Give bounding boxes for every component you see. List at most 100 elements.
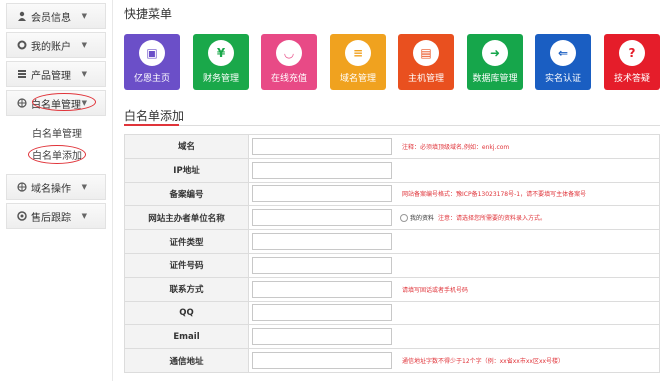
sidebar-item-label: 域名操作 xyxy=(31,183,71,195)
sidebar: 会员信息 ▼ 我的账户 ▼ 产品管理 ▼ 白名单管理 ▼ 白名单管理 白名单添加… xyxy=(0,0,112,232)
domain-icon: ≡ xyxy=(345,40,371,66)
form-label: IP地址 xyxy=(124,157,249,183)
sidebar-item-after-sales[interactable]: 售后跟踪 ▼ xyxy=(6,203,106,229)
highlight-circle-whitelist-add xyxy=(28,145,86,164)
form-value-cell: 注释：必须填顶级域名,例如：enkj.com xyxy=(248,134,660,159)
form-hint: 注意：请选择您所需要的资料录入方式。 xyxy=(438,215,547,223)
quick-tile-label: 财务管理 xyxy=(202,74,239,84)
support-icon: ? xyxy=(619,40,645,66)
form-row: 域名 注释：必须填顶级域名,例如：enkj.com xyxy=(124,134,660,159)
chevron-down-icon: ▼ xyxy=(81,41,87,49)
whitelist-form: 域名 注释：必须填顶级域名,例如：enkj.com IP地址 备案编号 网站备案编号格式… xyxy=(124,134,660,373)
form-row: Email xyxy=(124,324,660,350)
form-label: 证件号码 xyxy=(124,252,249,278)
chevron-down-icon: ▼ xyxy=(81,183,87,191)
sidebar-divider xyxy=(112,0,113,381)
form-input[interactable] xyxy=(252,352,392,370)
database-icon: ➜ xyxy=(482,40,508,66)
form-row: 网站主办者单位名称 我的资料 注意：请选择您所需要的资料录入方式。 xyxy=(124,205,660,231)
home-icon: ▣ xyxy=(139,40,165,66)
form-value-cell xyxy=(248,324,660,350)
form-value-cell: 我的资料 注意：请选择您所需要的资料录入方式。 xyxy=(248,205,660,231)
sidebar-item-label: 我的账户 xyxy=(31,41,71,53)
my-info-radio[interactable] xyxy=(400,213,408,222)
sidebar-item-member-info[interactable]: 会员信息 ▼ xyxy=(6,3,106,29)
form-value-cell: 通信地址字数不得少于12个字（例：xx省xx市xx区xx号楼） xyxy=(248,348,660,373)
globe-icon xyxy=(17,98,27,108)
host-icon: ▤ xyxy=(413,40,439,66)
form-input[interactable] xyxy=(252,280,392,298)
form-input[interactable] xyxy=(252,233,392,251)
form-input[interactable] xyxy=(252,209,392,227)
form-value-cell: 请填写固话或者手机号码 xyxy=(248,276,660,302)
form-label: QQ xyxy=(124,300,249,326)
support-icon xyxy=(17,211,27,221)
my-info-radio-label: 我的资料 xyxy=(410,215,435,223)
form-input[interactable] xyxy=(252,161,392,179)
sidebar-item-my-account[interactable]: 我的账户 ▼ xyxy=(6,32,106,58)
realname-icon: ⇐ xyxy=(550,40,576,66)
sidebar-item-domain-ops[interactable]: 域名操作 ▼ xyxy=(6,174,106,200)
form-label: Email xyxy=(124,324,249,350)
form-value-cell: 网站备案编号格式：豫ICP备13023178号-1，请不要填写主体备案号 xyxy=(248,181,660,207)
form-row: QQ xyxy=(124,300,660,326)
form-input[interactable] xyxy=(252,137,392,155)
submenu-item-whitelist-mgmt[interactable]: 白名单管理 xyxy=(32,124,106,146)
form-label: 域名 xyxy=(124,134,249,159)
list-icon xyxy=(17,69,27,79)
section-divider xyxy=(124,125,660,126)
quick-tile-label: 主机管理 xyxy=(407,74,444,84)
highlight-circle-whitelist-mgmt xyxy=(32,93,96,111)
quick-tile-label: 实名认证 xyxy=(544,74,581,84)
form-label: 联系方式 xyxy=(124,276,249,302)
quick-tile-label: 数据库管理 xyxy=(472,74,518,84)
form-row: 备案编号 网站备案编号格式：豫ICP备13023178号-1，请不要填写主体备案号 xyxy=(124,181,660,207)
quick-tile-domain[interactable]: ≡ 域名管理 xyxy=(330,34,386,90)
section-title: 白名单添加 xyxy=(124,109,185,123)
form-label: 证件类型 xyxy=(124,229,249,254)
sidebar-item-label: 产品管理 xyxy=(31,70,71,82)
quick-tile-support[interactable]: ? 技术答疑 xyxy=(604,34,660,90)
form-row: 通信地址 通信地址字数不得少于12个字（例：xx省xx市xx区xx号楼） xyxy=(124,348,660,373)
sidebar-item-label: 会员信息 xyxy=(31,12,71,24)
form-input[interactable] xyxy=(252,185,392,203)
quick-tile-database[interactable]: ➜ 数据库管理 xyxy=(467,34,523,90)
form-value-cell xyxy=(248,157,660,183)
form-input[interactable] xyxy=(252,304,392,322)
section-title-underline xyxy=(124,124,179,126)
form-row: 联系方式 请填写固话或者手机号码 xyxy=(124,276,660,302)
quick-tile-label: 亿恩主页 xyxy=(133,74,170,84)
finance-icon: ¥ xyxy=(208,40,234,66)
chevron-down-icon: ▼ xyxy=(81,212,87,220)
form-value-cell xyxy=(248,252,660,278)
globe-icon xyxy=(17,182,27,192)
form-row: 证件号码 xyxy=(124,252,660,278)
sidebar-item-label: 售后跟踪 xyxy=(31,212,71,224)
quick-tile-home[interactable]: ▣ 亿恩主页 xyxy=(124,34,180,90)
quick-tile-finance[interactable]: ¥ 财务管理 xyxy=(193,34,249,90)
quick-tile-label: 域名管理 xyxy=(339,74,376,84)
form-input[interactable] xyxy=(252,328,392,346)
quick-tile-host[interactable]: ▤ 主机管理 xyxy=(398,34,454,90)
form-label: 网站主办者单位名称 xyxy=(124,205,249,231)
user-icon xyxy=(17,11,27,21)
gear-icon xyxy=(17,40,27,50)
form-hint: 网站备案编号格式：豫ICP备13023178号-1，请不要填写主体备案号 xyxy=(402,191,587,199)
form-row: 证件类型 xyxy=(124,229,660,254)
form-input[interactable] xyxy=(252,256,392,274)
recharge-icon: ◡ xyxy=(276,40,302,66)
quick-tile-label: 技术答疑 xyxy=(613,74,650,84)
form-hint: 请填写固话或者手机号码 xyxy=(402,286,469,294)
form-row: IP地址 xyxy=(124,157,660,183)
form-value-cell xyxy=(248,229,660,254)
quick-menu-title: 快捷菜单 xyxy=(124,7,173,21)
quick-tile-recharge[interactable]: ◡ 在线充值 xyxy=(261,34,317,90)
quick-tile-realname[interactable]: ⇐ 实名认证 xyxy=(535,34,591,90)
form-label: 通信地址 xyxy=(124,348,249,373)
sidebar-item-product-mgmt[interactable]: 产品管理 ▼ xyxy=(6,61,106,87)
form-label: 备案编号 xyxy=(124,181,249,207)
chevron-down-icon: ▼ xyxy=(81,12,87,20)
form-value-cell xyxy=(248,300,660,326)
quick-tile-label: 在线充值 xyxy=(270,74,307,84)
form-hint: 注释：必须填顶级域名,例如：enkj.com xyxy=(402,143,510,151)
